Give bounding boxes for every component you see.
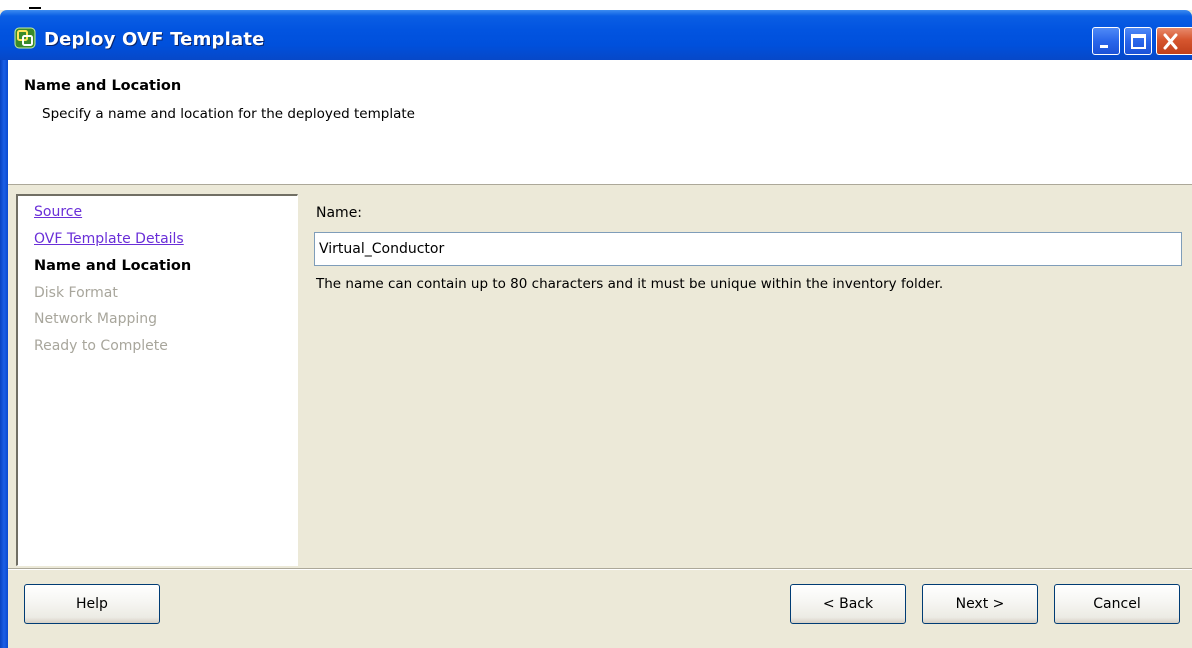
footer-separator xyxy=(8,568,1192,570)
nav-step-name-and-location: Name and Location xyxy=(34,258,192,274)
text-cursor-mark xyxy=(29,7,41,9)
title-bar[interactable]: Deploy OVF Template xyxy=(0,10,1192,60)
close-icon xyxy=(1163,33,1178,50)
name-input[interactable] xyxy=(314,232,1182,266)
close-button[interactable] xyxy=(1156,27,1192,55)
cancel-button[interactable]: Cancel xyxy=(1054,584,1180,624)
window-frame-left xyxy=(0,60,8,648)
name-label: Name: xyxy=(316,205,363,221)
deploy-ovf-dialog: Deploy OVF Template Name and Location Sp… xyxy=(0,0,1192,648)
wizard-header: Name and Location Specify a name and loc… xyxy=(8,60,1192,185)
nav-step-ovf-template-details[interactable]: OVF Template Details xyxy=(34,229,184,249)
help-button[interactable]: Help xyxy=(24,584,160,624)
window-title: Deploy OVF Template xyxy=(44,29,265,50)
wizard-steps-pane: Source OVF Template Details Name and Loc… xyxy=(16,194,298,566)
next-button[interactable]: Next > xyxy=(922,584,1038,624)
back-button[interactable]: < Back xyxy=(790,584,906,624)
nav-step-ready-to-complete: Ready to Complete xyxy=(34,338,168,354)
top-strip xyxy=(0,0,1192,10)
nav-step-source[interactable]: Source xyxy=(34,202,82,222)
page-title: Name and Location xyxy=(24,78,182,94)
page-subtitle: Specify a name and location for the depl… xyxy=(42,106,415,122)
maximize-button[interactable] xyxy=(1124,27,1152,55)
name-hint: The name can contain up to 80 characters… xyxy=(316,276,944,292)
minimize-button[interactable] xyxy=(1092,27,1120,55)
nav-step-disk-format: Disk Format xyxy=(34,285,118,301)
vsphere-deploy-icon xyxy=(14,27,36,49)
maximize-icon xyxy=(1131,34,1146,49)
minimize-icon xyxy=(1100,45,1108,48)
nav-step-network-mapping: Network Mapping xyxy=(34,311,157,327)
